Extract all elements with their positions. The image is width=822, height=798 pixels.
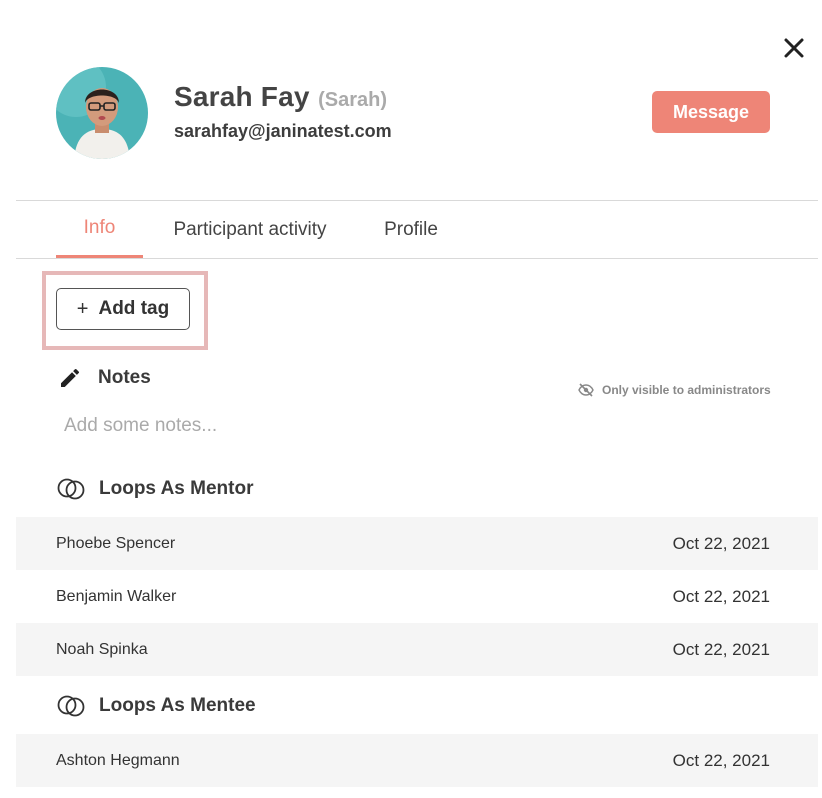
notes-input[interactable] (56, 410, 756, 442)
loops-mentor-header: Loops As Mentor (56, 473, 253, 505)
row-date: Oct 22, 2021 (672, 639, 770, 659)
name-line: Sarah Fay (Sarah) (174, 81, 387, 113)
list-item[interactable]: Ashton Hegmann Oct 22, 2021 (16, 734, 818, 787)
loops-icon (57, 695, 85, 717)
visibility-note: Only visible to administrators (578, 383, 771, 397)
row-date: Oct 22, 2021 (672, 586, 770, 606)
list-item[interactable]: Phoebe Spencer Oct 22, 2021 (16, 517, 818, 570)
close-button[interactable] (780, 34, 808, 62)
close-icon (784, 38, 804, 58)
list-item[interactable]: Noah Spinka Oct 22, 2021 (16, 623, 818, 676)
profile-nickname: (Sarah) (318, 89, 388, 111)
plus-icon: + (76, 297, 89, 320)
profile-email: sarahfay@janinatest.com (174, 121, 392, 141)
row-date: Oct 22, 2021 (672, 750, 770, 770)
pencil-icon (61, 368, 80, 387)
row-date: Oct 22, 2021 (672, 533, 770, 553)
row-name: Phoebe Spencer (56, 534, 176, 552)
visibility-text: Only visible to administrators (602, 383, 771, 397)
add-tag-label: Add tag (98, 298, 170, 319)
list-item[interactable]: Benjamin Walker Oct 22, 2021 (16, 570, 818, 623)
add-tag-button[interactable]: + Add tag (56, 288, 190, 330)
loops-icon (57, 478, 85, 500)
loops-mentor-title: Loops As Mentor (99, 478, 254, 499)
tab-info[interactable]: Info (56, 201, 143, 258)
tab-participant-activity[interactable]: Participant activity (158, 201, 342, 258)
loops-mentee-title: Loops As Mentee (99, 695, 256, 716)
loops-mentee-header: Loops As Mentee (56, 690, 256, 722)
avatar (56, 67, 148, 159)
tab-bar: Info Participant activity Profile (16, 201, 818, 259)
row-name: Ashton Hegmann (56, 751, 180, 769)
avatar-photo (56, 67, 148, 159)
row-name: Benjamin Walker (56, 587, 177, 605)
notes-header: Notes (58, 364, 151, 392)
notes-title: Notes (98, 367, 151, 388)
profile-header: Sarah Fay (Sarah) sarahfay@janinatest.co… (56, 67, 776, 159)
eye-slash-icon (578, 383, 594, 397)
message-button[interactable]: Message (652, 91, 770, 133)
profile-name: Sarah Fay (174, 81, 310, 112)
row-name: Noah Spinka (56, 640, 148, 658)
tab-profile[interactable]: Profile (372, 201, 450, 258)
